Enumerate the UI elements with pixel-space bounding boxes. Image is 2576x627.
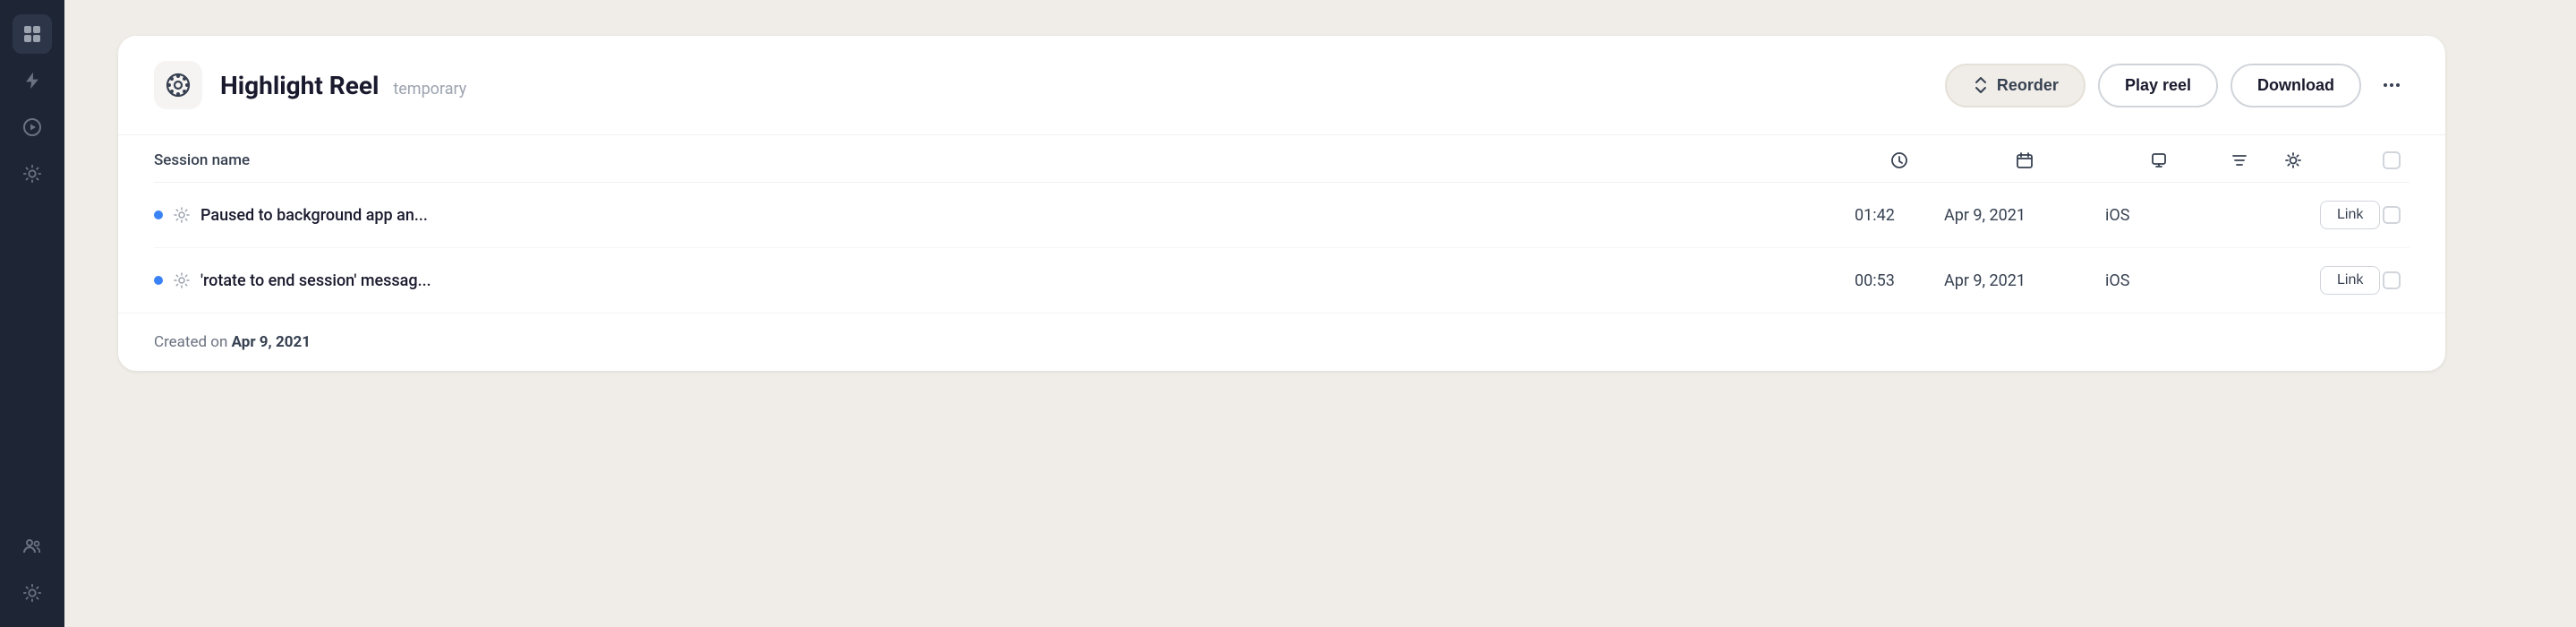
play-reel-button[interactable]: Play reel — [2098, 64, 2218, 107]
row1-link-wrap: Link — [2320, 201, 2374, 229]
reorder-button[interactable]: Reorder — [1945, 64, 2086, 107]
row2-duration: 00:53 — [1855, 271, 1944, 290]
header-actions: Reorder Play reel Download — [1945, 64, 2410, 107]
footer-date: Apr 9, 2021 — [232, 333, 311, 351]
header-title-group: Highlight Reel temporary — [220, 71, 466, 100]
more-icon — [2382, 75, 2401, 95]
row2-session: 'rotate to end session' messag... — [154, 271, 1855, 290]
table-row: Paused to background app an... 01:42 Apr… — [154, 183, 2410, 248]
row1-name: Paused to background app an... — [200, 206, 428, 225]
page-badge: temporary — [393, 80, 466, 99]
sidebar-icon-settings[interactable] — [13, 573, 52, 613]
row2-checkbox-wrap — [2374, 271, 2410, 289]
row1-sun-icon — [174, 207, 190, 223]
main-content: Highlight Reel temporary Reorder Play re… — [64, 0, 2576, 627]
duration-icon — [1890, 151, 1908, 169]
download-label: Download — [2257, 76, 2334, 95]
sidebar-icon-play[interactable] — [13, 107, 52, 147]
row2-sun-icon — [174, 272, 190, 288]
row1-duration: 01:42 — [1855, 206, 1944, 225]
row1-date: Apr 9, 2021 — [1944, 206, 2105, 225]
more-options-button[interactable] — [2374, 67, 2410, 103]
row1-dot — [154, 210, 163, 219]
row1-platform: iOS — [2105, 206, 2213, 225]
reel-icon — [164, 71, 192, 99]
footer-prefix: Created on — [154, 333, 232, 351]
sidebar — [0, 0, 64, 627]
highlight-reel-card: Highlight Reel temporary Reorder Play re… — [118, 36, 2445, 371]
sidebar-icon-grid[interactable] — [13, 14, 52, 54]
reel-icon-wrap — [154, 61, 202, 109]
col-header-platform[interactable] — [2105, 151, 2213, 169]
platform-icon — [2150, 151, 2168, 169]
col-header-brightness[interactable] — [2266, 151, 2320, 169]
sessions-table: Session name — [118, 135, 2445, 313]
filter-icon — [2231, 151, 2248, 169]
row2-link-wrap: Link — [2320, 266, 2374, 295]
row2-date: Apr 9, 2021 — [1944, 271, 2105, 290]
col-header-filter[interactable] — [2213, 151, 2266, 169]
header-checkbox[interactable] — [2383, 151, 2401, 169]
col-header-session: Session name — [154, 151, 1855, 169]
row1-session: Paused to background app an... — [154, 206, 1855, 225]
page-title: Highlight Reel — [220, 71, 379, 100]
row2-name: 'rotate to end session' messag... — [200, 271, 431, 290]
sidebar-icon-team[interactable] — [13, 527, 52, 566]
play-reel-label: Play reel — [2125, 76, 2191, 95]
card-header: Highlight Reel temporary Reorder Play re… — [118, 36, 2445, 135]
col-checkbox-header[interactable] — [2374, 151, 2410, 169]
row1-checkbox[interactable] — [2383, 206, 2401, 224]
row2-link-button[interactable]: Link — [2320, 266, 2380, 295]
sidebar-icon-sun[interactable] — [13, 154, 52, 193]
row1-checkbox-wrap — [2374, 206, 2410, 224]
table-header-row: Session name — [154, 135, 2410, 183]
reorder-icon — [1972, 76, 1990, 94]
col-header-date[interactable] — [1944, 151, 2105, 169]
row2-checkbox[interactable] — [2383, 271, 2401, 289]
table-row: 'rotate to end session' messag... 00:53 … — [154, 248, 2410, 313]
col-header-duration[interactable] — [1855, 151, 1944, 169]
sidebar-icon-lightning[interactable] — [13, 61, 52, 100]
download-button[interactable]: Download — [2231, 64, 2361, 107]
card-footer: Created on Apr 9, 2021 — [118, 313, 2445, 371]
row2-platform: iOS — [2105, 271, 2213, 290]
brightness-icon — [2284, 151, 2302, 169]
row2-dot — [154, 276, 163, 285]
reorder-label: Reorder — [1997, 76, 2059, 95]
calendar-icon — [2016, 151, 2034, 169]
row1-link-button[interactable]: Link — [2320, 201, 2380, 229]
col-session-label: Session name — [154, 151, 250, 169]
